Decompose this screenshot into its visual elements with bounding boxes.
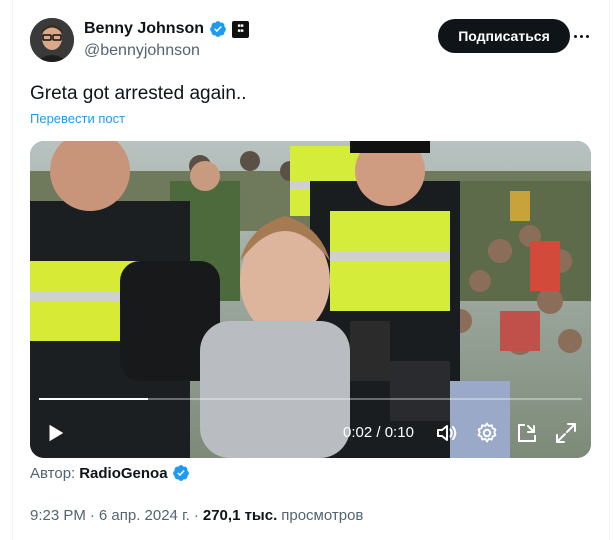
picture-in-picture-icon[interactable] xyxy=(515,421,539,445)
video-frame xyxy=(30,141,591,458)
verified-badge-icon xyxy=(210,21,226,37)
current-time: 0:02 xyxy=(343,424,373,441)
author-name-row: Benny Johnson ■■ ■■ xyxy=(84,20,250,38)
settings-gear-icon[interactable] xyxy=(475,421,499,445)
video-source-name[interactable]: RadioGenoa xyxy=(79,465,167,482)
views-label: просмотров xyxy=(281,507,364,524)
volume-icon[interactable] xyxy=(435,421,459,445)
video-progress-fill xyxy=(39,398,148,400)
duration: 0:10 xyxy=(384,424,414,441)
time-separator: / xyxy=(376,424,381,441)
avatar[interactable] xyxy=(30,18,74,62)
meta-dot: · xyxy=(193,507,199,524)
affiliate-badge-icon[interactable]: ■■ ■■ xyxy=(232,20,250,38)
video-source-row: Автор: RadioGenoa xyxy=(30,464,190,482)
views-count: 270,1 тыс. xyxy=(202,507,278,524)
video-source-label: Автор: xyxy=(30,464,76,482)
tweet-text: Greta got arrested again.. xyxy=(30,83,247,104)
translate-link[interactable]: Перевести пост xyxy=(30,111,125,126)
tweet-meta: 9:23 PM · 6 апр. 2024 г. · 270,1 тыс. пр… xyxy=(30,507,363,524)
author-handle[interactable]: @bennyjohnson xyxy=(84,42,200,60)
meta-dot: · xyxy=(89,507,95,524)
post-date[interactable]: 6 апр. 2024 г. xyxy=(99,507,190,524)
video-progress-bar[interactable] xyxy=(39,398,582,400)
play-icon[interactable] xyxy=(44,422,66,444)
video-player[interactable]: 0:02 / 0:10 xyxy=(30,141,591,458)
author-name[interactable]: Benny Johnson xyxy=(84,20,204,38)
subscribe-button[interactable]: Подписаться xyxy=(438,19,570,53)
verified-badge-icon xyxy=(172,465,189,481)
post-time[interactable]: 9:23 PM xyxy=(30,507,86,524)
more-dots-icon[interactable] xyxy=(570,26,592,46)
fullscreen-icon[interactable] xyxy=(554,421,578,445)
video-time: 0:02 / 0:10 xyxy=(343,424,414,441)
